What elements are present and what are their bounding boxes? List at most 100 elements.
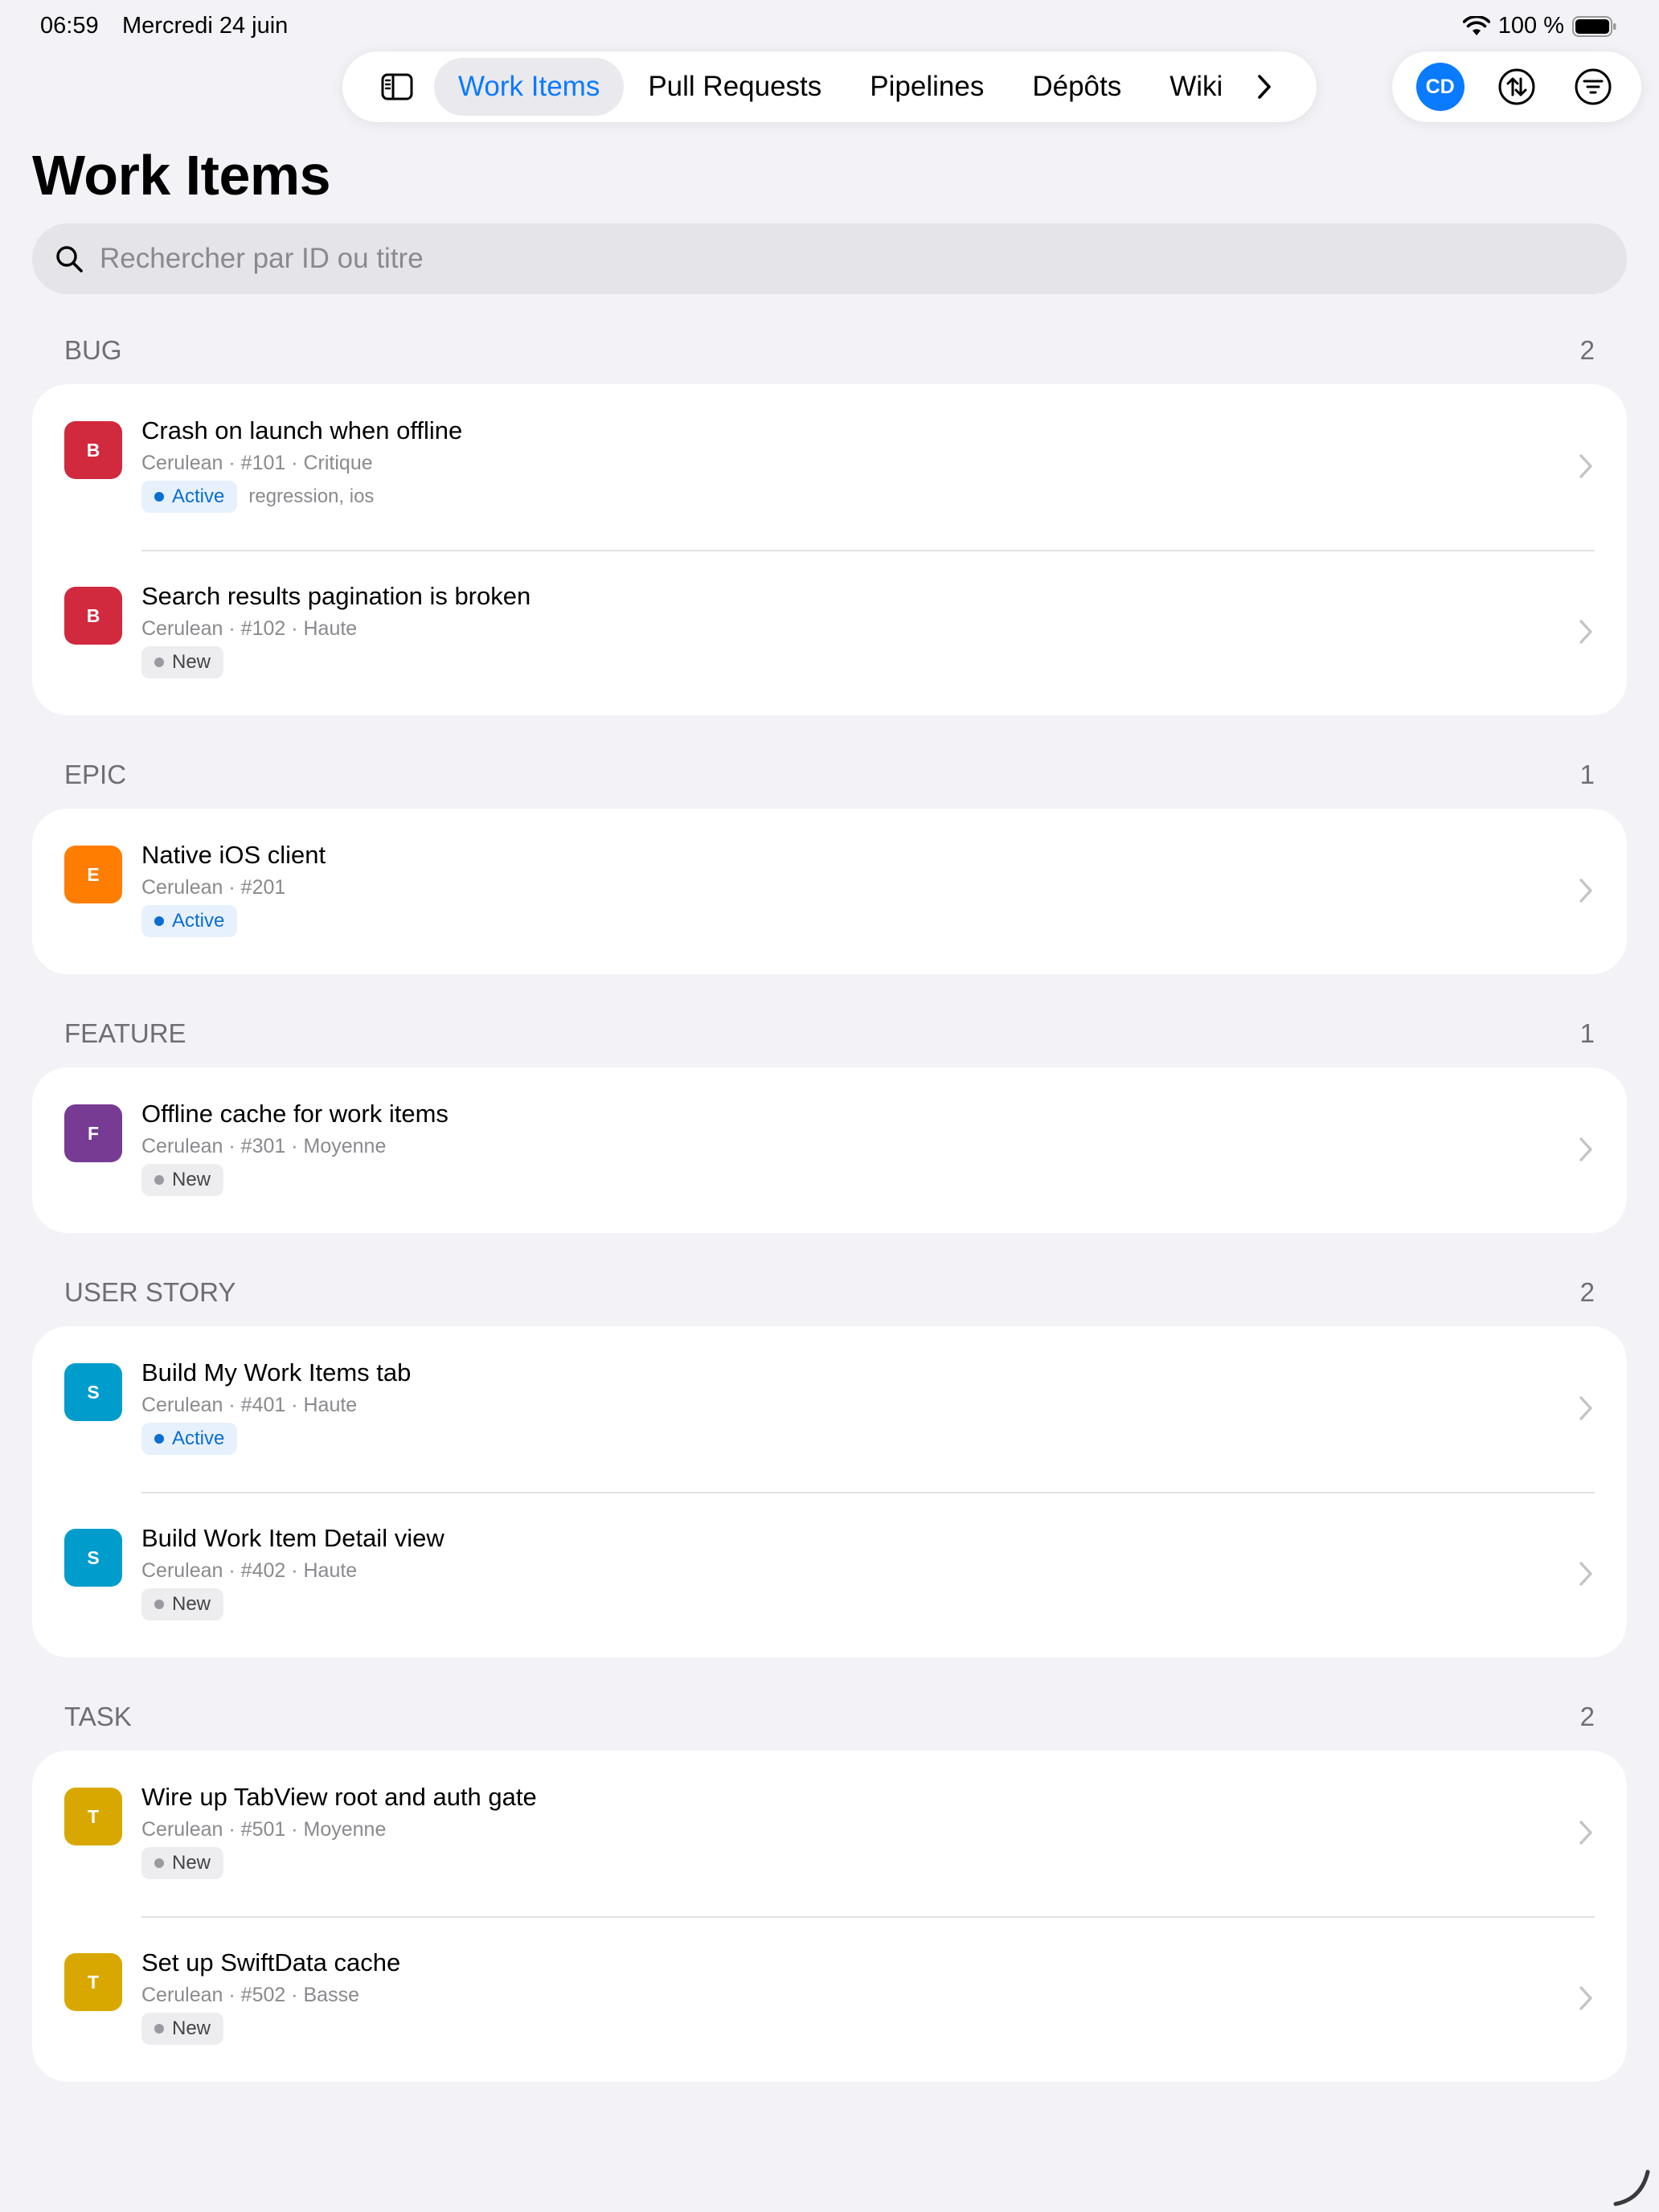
story-type-icon: S [64, 1529, 122, 1587]
section-header-feature: FEATURE 1 [64, 1016, 1595, 1051]
chevron-right-icon [1579, 1562, 1592, 1586]
work-item-row[interactable]: T Set up SwiftData cache Cerulean · #502… [32, 1916, 1627, 2082]
battery-icon [1572, 15, 1616, 37]
work-item-meta: Cerulean · #401 · Haute [141, 1394, 358, 1416]
state-label: New [172, 1169, 211, 1190]
work-item-title: Build Work Item Detail view [141, 1524, 444, 1552]
state-dot-icon [154, 1434, 164, 1444]
work-item-row[interactable]: E Native iOS client Cerulean · #201 Acti… [32, 809, 1627, 974]
page-title: Work Items [32, 144, 331, 207]
section-header-task: TASK 2 [64, 1699, 1595, 1735]
section-count: 2 [1579, 1277, 1595, 1307]
work-item-row[interactable]: S Build Work Item Detail view Cerulean ·… [32, 1492, 1627, 1657]
state-badge: New [141, 646, 224, 678]
tab-depots[interactable]: Dépôts [1008, 58, 1145, 116]
window-resize-handle[interactable] [1609, 2164, 1654, 2209]
sort-button[interactable] [1493, 63, 1541, 111]
sidebar-toggle-button[interactable] [360, 58, 434, 116]
work-item-badges: Active [141, 1423, 238, 1455]
section-header-bug: BUG 2 [64, 333, 1595, 368]
state-badge: Active [141, 1423, 238, 1455]
work-item-meta: Cerulean · #301 · Moyenne [141, 1135, 387, 1157]
status-bar: 06:59 Mercredi 24 juin 100 % [0, 0, 1659, 50]
work-item-row[interactable]: F Offline cache for work items Cerulean … [32, 1067, 1627, 1233]
bug-type-icon: B [64, 587, 122, 645]
wifi-icon [1462, 15, 1490, 37]
status-date: Mercredi 24 juin [122, 13, 289, 39]
state-dot-icon [154, 2024, 164, 2034]
work-item-title: Native iOS client [141, 841, 326, 869]
work-item-row[interactable]: S Build My Work Items tab Cerulean · #40… [32, 1326, 1627, 1492]
section-card-bug: B Crash on launch when offline Cerulean … [32, 384, 1627, 715]
state-badge: New [141, 1847, 224, 1879]
section-title: EPIC [64, 760, 127, 789]
state-badge: New [141, 1588, 224, 1620]
bug-type-icon: B [64, 421, 122, 479]
chevron-right-icon [1579, 879, 1592, 903]
work-item-meta: Cerulean · #501 · Moyenne [141, 1818, 387, 1841]
work-item-row[interactable]: T Wire up TabView root and auth gate Cer… [32, 1751, 1627, 1916]
work-item-row[interactable]: B Crash on launch when offline Cerulean … [32, 384, 1627, 550]
state-badge: Active [141, 905, 238, 937]
work-item-badges: Active [141, 905, 238, 937]
section-title: USER STORY [64, 1277, 236, 1307]
status-indicators: 100 % [1462, 13, 1617, 39]
tab-work-items[interactable]: Work Items [434, 58, 625, 116]
work-item-meta: Cerulean · #101 · Critique [141, 452, 373, 474]
state-dot-icon [154, 916, 164, 926]
more-tabs-button[interactable] [1240, 58, 1288, 116]
tab-wiki[interactable]: Wiki [1145, 58, 1237, 116]
filter-icon [1575, 68, 1612, 105]
section-title: BUG [64, 335, 122, 365]
search-input[interactable] [100, 243, 1546, 275]
work-item-tags: regression, ios [248, 485, 375, 507]
section-card-epic: E Native iOS client Cerulean · #201 Acti… [32, 809, 1627, 974]
section-card-user-story: S Build My Work Items tab Cerulean · #40… [32, 1326, 1627, 1657]
work-item-meta: Cerulean · #502 · Basse [141, 1984, 359, 2006]
state-badge: New [141, 2013, 224, 2045]
state-dot-icon [154, 1858, 164, 1868]
top-tab-bar: Work Items Pull Requests Pipelines Dépôt… [342, 51, 1317, 122]
state-label: Active [172, 910, 225, 932]
filter-button[interactable] [1569, 63, 1617, 111]
feature-type-icon: F [64, 1104, 122, 1162]
state-label: New [172, 651, 211, 673]
work-item-badges: Active regression, ios [141, 481, 374, 513]
toolbar-actions: CD [1392, 51, 1641, 122]
tab-pull-requests[interactable]: Pull Requests [624, 58, 846, 116]
section-count: 2 [1579, 335, 1595, 365]
chevron-right-icon [1579, 1137, 1592, 1161]
section-count: 1 [1579, 1018, 1595, 1048]
work-item-row[interactable]: B Search results pagination is broken Ce… [32, 550, 1627, 715]
state-label: Active [172, 485, 225, 507]
section-header-epic: EPIC 1 [64, 757, 1595, 793]
state-dot-icon [154, 657, 164, 667]
avatar[interactable]: CD [1415, 63, 1464, 111]
sort-arrows-icon [1498, 68, 1535, 105]
chevron-right-icon [1579, 1986, 1592, 2010]
work-item-title: Wire up TabView root and auth gate [141, 1783, 537, 1811]
chevron-right-icon [1579, 454, 1592, 478]
state-badge: Active [141, 481, 238, 513]
chevron-right-icon [1579, 620, 1592, 644]
chevron-right-icon [1579, 1821, 1592, 1845]
section-card-feature: F Offline cache for work items Cerulean … [32, 1067, 1627, 1233]
work-item-meta: Cerulean · #102 · Haute [141, 617, 358, 640]
tab-pipelines[interactable]: Pipelines [846, 58, 1008, 116]
task-type-icon: T [64, 1788, 122, 1845]
chevron-right-icon [1579, 1396, 1592, 1420]
state-dot-icon [154, 492, 164, 502]
search-bar[interactable] [32, 223, 1627, 294]
state-label: New [172, 1852, 211, 1874]
section-card-task: T Wire up TabView root and auth gate Cer… [32, 1751, 1627, 2082]
section-count: 1 [1579, 760, 1595, 789]
work-item-title: Offline cache for work items [141, 1100, 449, 1128]
section-header-user-story: USER STORY 2 [64, 1275, 1595, 1310]
work-item-title: Set up SwiftData cache [141, 1948, 401, 1976]
work-item-badges: New [141, 1164, 224, 1196]
state-label: New [172, 1593, 211, 1615]
work-item-badges: New [141, 1588, 224, 1620]
epic-type-icon: E [64, 846, 122, 903]
state-dot-icon [154, 1175, 164, 1185]
state-badge: New [141, 1164, 224, 1196]
